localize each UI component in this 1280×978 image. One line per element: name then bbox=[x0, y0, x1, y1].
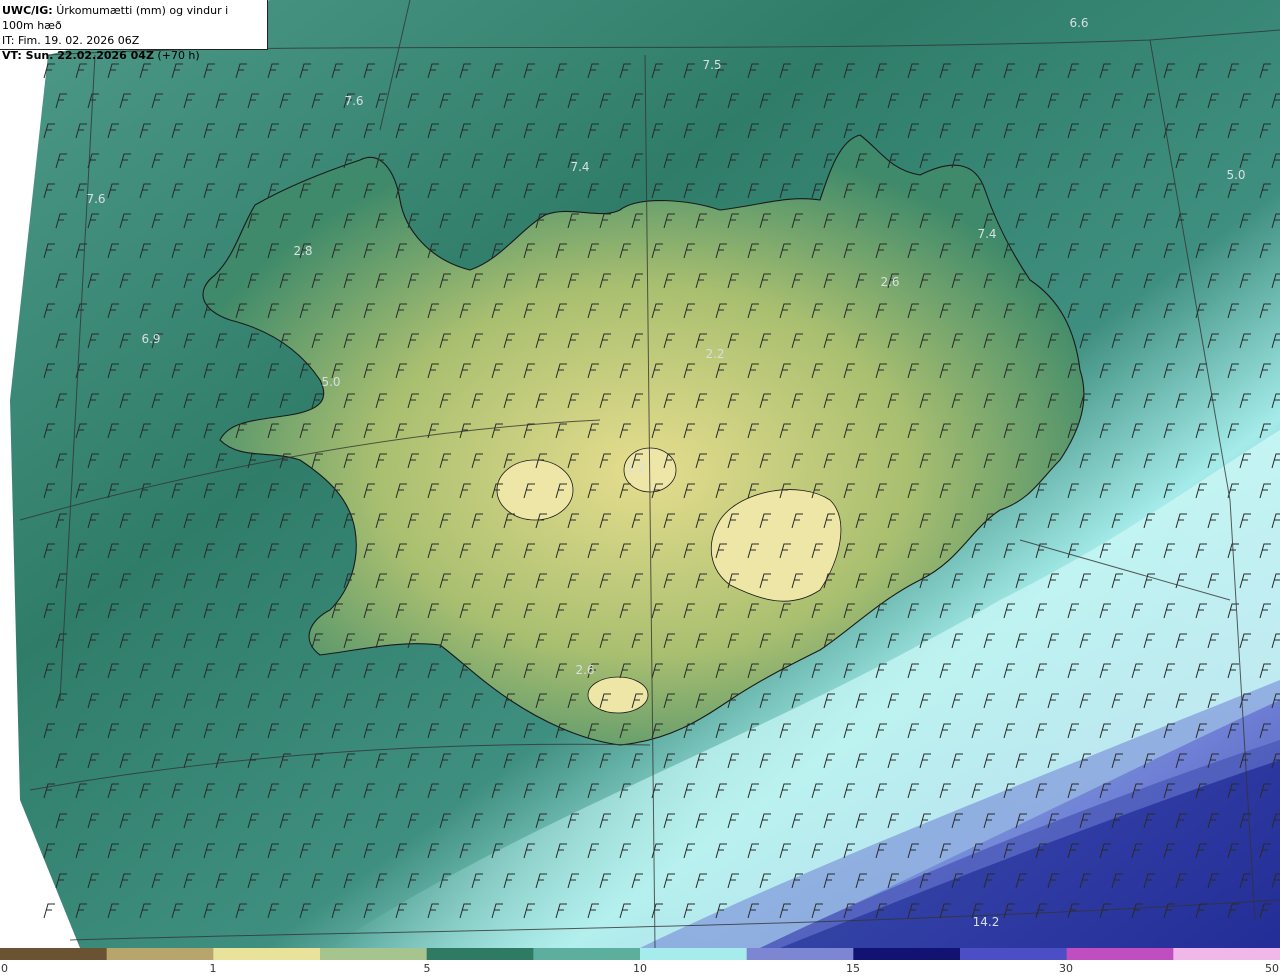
colorbar-tick: 1 bbox=[209, 962, 217, 975]
colorbar-segment bbox=[746, 948, 854, 960]
map-label: 2.8 bbox=[293, 244, 313, 258]
map-label: 5.0 bbox=[1226, 168, 1246, 182]
wind-barb bbox=[43, 903, 55, 919]
map-label: 14.2 bbox=[972, 915, 1000, 929]
colorbar-tick: 15 bbox=[846, 962, 860, 975]
colorbar-segment bbox=[213, 948, 321, 960]
colorbar-segment bbox=[853, 948, 961, 960]
colorbar-segment bbox=[106, 948, 214, 960]
map-label: 5.0 bbox=[321, 375, 341, 389]
colorbar-tick: 30 bbox=[1059, 962, 1073, 975]
glacier-myrdalsjokull bbox=[587, 676, 649, 714]
map-label: 2.6 bbox=[880, 275, 900, 289]
colorbar-tick: 50 bbox=[1265, 962, 1279, 975]
colorbar-tick: 10 bbox=[633, 962, 647, 975]
map-label: 1.2 bbox=[626, 461, 646, 475]
map-label: 7.4 bbox=[570, 160, 590, 174]
colorbar-segment bbox=[1173, 948, 1280, 960]
map-label: 7.5 bbox=[702, 58, 722, 72]
title-line: UWC/IG: Úrkomumætti (mm) og vindur i 100… bbox=[2, 3, 263, 33]
map-label: 6.9 bbox=[141, 332, 161, 346]
valid-time-line: VT: Sun. 22.02.2026 04Z (+70 h) bbox=[2, 48, 263, 63]
colorbar bbox=[0, 948, 1280, 960]
model-prefix: UWC/IG: bbox=[2, 4, 53, 17]
colorbar-segment bbox=[960, 948, 1068, 960]
map-label: 7.6 bbox=[344, 94, 364, 108]
map-label: 2.6 bbox=[575, 663, 595, 677]
colorbar-segment bbox=[426, 948, 534, 960]
valid-time: VT: Sun. 22.02.2026 04Z bbox=[2, 49, 154, 62]
colorbar-segment bbox=[1066, 948, 1174, 960]
map-label: 7.6 bbox=[86, 192, 106, 206]
map-label: 7.4 bbox=[977, 227, 997, 241]
info-box: UWC/IG: Úrkomumætti (mm) og vindur i 100… bbox=[0, 0, 268, 62]
lead-time: (+70 h) bbox=[153, 49, 200, 62]
colorbar-segment bbox=[0, 948, 108, 960]
colorbar-segment bbox=[320, 948, 428, 960]
map-label: 6.6 bbox=[1069, 16, 1089, 30]
colorbar-tick: 5 bbox=[423, 962, 431, 975]
colorbar-segment bbox=[640, 948, 748, 960]
colorbar-segment bbox=[533, 948, 641, 960]
init-time: IT: Fim. 19. 02. 2026 06Z bbox=[2, 34, 140, 47]
map-label: 2.2 bbox=[705, 347, 725, 361]
colorbar-tick: 0 bbox=[1, 962, 8, 975]
